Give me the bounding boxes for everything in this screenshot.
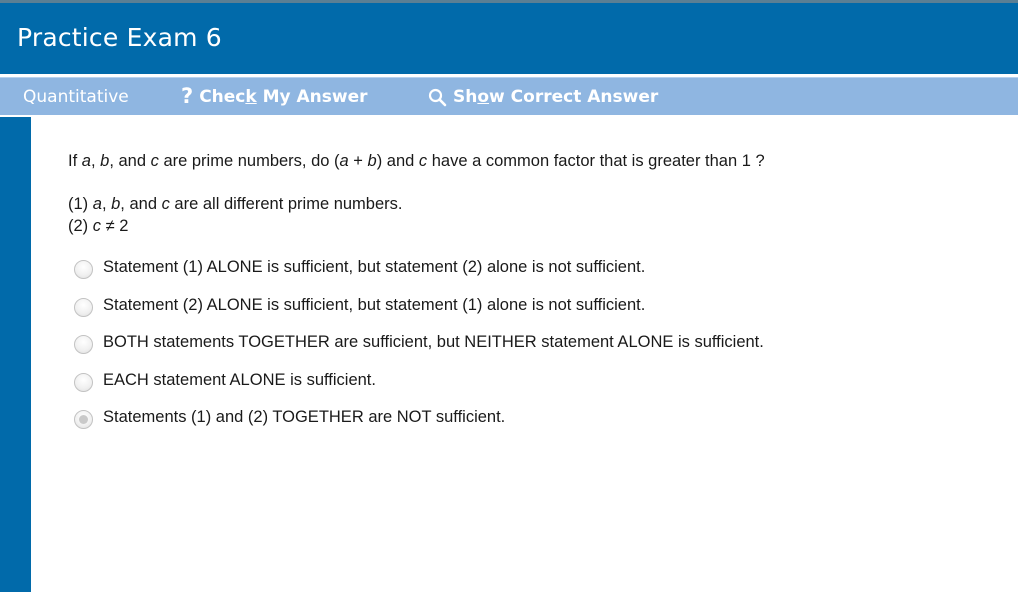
question-text: If: [68, 152, 82, 170]
magnifier-icon: [428, 88, 447, 107]
question-text: , and: [109, 152, 151, 170]
radio-button[interactable]: [74, 260, 93, 279]
question-stem: If a, b, and c are prime numbers, do (a …: [68, 150, 988, 172]
check-my-answer-button[interactable]: ? Check My Answer: [181, 84, 368, 108]
statement-text: (1): [68, 195, 93, 213]
check-label-start: Chec: [199, 87, 246, 107]
statement-1: (1) a, b, and c are all different prime …: [68, 193, 988, 215]
variable-a: a: [339, 152, 349, 170]
statement-text: are all different prime numbers.: [169, 195, 403, 213]
question-mark-icon: ?: [181, 84, 194, 108]
check-label-end: My Answer: [256, 87, 368, 107]
toolbar: Quantitative ? Check My Answer Show Corre…: [0, 77, 1018, 115]
show-label-end: w Correct Answer: [489, 87, 659, 107]
radio-button[interactable]: [74, 372, 93, 392]
variable-b: b: [111, 195, 121, 213]
answer-option-label[interactable]: EACH statement ALONE is sufficient.: [103, 371, 376, 390]
answer-option-label[interactable]: Statement (1) ALONE is sufficient, but s…: [103, 258, 645, 277]
answer-option-label[interactable]: BOTH statements TOGETHER are sufficient,…: [103, 333, 764, 352]
radio-button[interactable]: [74, 410, 93, 429]
statement-text: ≠ 2: [101, 217, 129, 235]
question-text: are prime numbers, do (: [158, 152, 340, 170]
check-label-accesskey: k: [245, 87, 257, 107]
statement-2: (2) c ≠ 2: [68, 215, 988, 237]
variable-c: c: [92, 217, 101, 235]
answer-option-label[interactable]: Statement (2) ALONE is sufficient, but s…: [103, 296, 645, 315]
statements: (1) a, b, and c are all different prime …: [68, 193, 988, 237]
question-text: have a common factor that is greater tha…: [427, 152, 765, 170]
question-text: +: [348, 152, 368, 170]
variable-c: c: [150, 152, 159, 170]
question-panel: If a, b, and c are prime numbers, do (a …: [68, 150, 988, 237]
answer-option-label[interactable]: Statements (1) and (2) TOGETHER are NOT …: [103, 408, 505, 427]
variable-b: b: [100, 152, 110, 170]
show-label-accesskey: o: [477, 87, 490, 107]
left-accent-bar: [0, 117, 31, 592]
exam-title: Practice Exam 6: [17, 23, 222, 52]
variable-a: a: [81, 152, 91, 170]
statement-text: ,: [101, 195, 112, 213]
variable-c: c: [161, 195, 170, 213]
statement-text: , and: [120, 195, 162, 213]
show-label-start: Sh: [453, 87, 478, 107]
show-correct-answer-button[interactable]: Show Correct Answer: [428, 87, 658, 107]
section-name: Quantitative: [23, 87, 129, 107]
radio-button[interactable]: [74, 297, 93, 317]
question-text: ) and: [376, 152, 419, 170]
title-bar: Practice Exam 6: [0, 0, 1018, 74]
radio-button[interactable]: [74, 335, 93, 354]
variable-c: c: [418, 152, 428, 170]
statement-text: (2): [68, 217, 93, 235]
question-text: ,: [90, 152, 101, 170]
variable-a: a: [92, 195, 102, 213]
variable-b: b: [367, 152, 377, 170]
